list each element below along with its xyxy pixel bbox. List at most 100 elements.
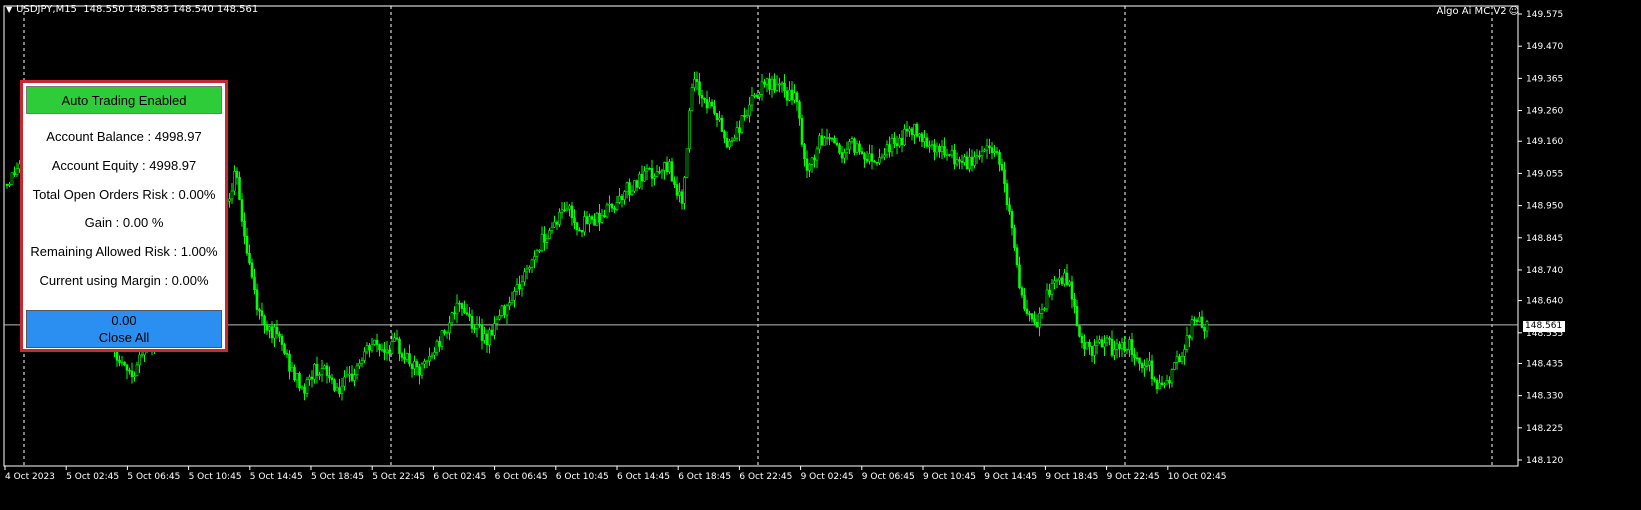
candle xyxy=(740,115,744,134)
candle xyxy=(893,132,896,148)
candle xyxy=(720,114,724,132)
candle xyxy=(1183,344,1186,365)
candle xyxy=(235,167,239,185)
candle xyxy=(325,362,329,384)
candle xyxy=(513,286,516,308)
candle xyxy=(1205,319,1209,338)
candle xyxy=(238,171,241,200)
candle xyxy=(475,316,479,338)
candle xyxy=(468,307,471,322)
candle xyxy=(303,383,306,401)
x-tick-label: 9 Oct 06:45 xyxy=(862,472,915,482)
candle xyxy=(438,336,441,352)
candle xyxy=(398,336,401,362)
close-all-value: 0.00 xyxy=(111,313,137,328)
candle xyxy=(463,300,466,314)
candle xyxy=(535,248,539,263)
candle xyxy=(1138,357,1141,371)
candle xyxy=(335,383,339,391)
candle xyxy=(955,152,959,167)
candle xyxy=(635,179,639,192)
candle xyxy=(428,347,431,366)
candle xyxy=(523,267,526,286)
candle xyxy=(435,339,439,357)
candle xyxy=(733,134,736,141)
candle xyxy=(500,304,504,318)
candle xyxy=(300,385,304,390)
y-tick-label: 149.055 xyxy=(1526,169,1563,179)
candle xyxy=(968,148,971,173)
candle xyxy=(1043,307,1046,312)
candle xyxy=(1140,361,1144,373)
candle xyxy=(315,356,319,384)
candle xyxy=(975,149,979,164)
candle xyxy=(553,215,556,228)
candle xyxy=(1050,279,1054,301)
candle xyxy=(128,367,131,375)
candle xyxy=(133,371,136,382)
candle xyxy=(1020,285,1024,299)
dropdown-arrow-icon[interactable]: ▼ xyxy=(6,5,12,14)
candle xyxy=(403,348,406,364)
candle xyxy=(548,227,551,240)
candle xyxy=(810,156,814,173)
candle xyxy=(578,227,581,232)
candle xyxy=(948,154,951,157)
candle xyxy=(1065,264,1069,287)
price-chart[interactable]: 149.575 149.470 149.365 149.260 149.160 149.0… xyxy=(0,0,1641,510)
candle xyxy=(795,90,799,111)
candle xyxy=(805,150,809,179)
candle xyxy=(558,208,561,228)
candle xyxy=(780,81,784,93)
candle xyxy=(230,183,234,204)
candle xyxy=(845,141,849,160)
candle xyxy=(808,163,811,178)
candle xyxy=(445,330,449,339)
candle xyxy=(293,364,296,382)
candle xyxy=(1173,361,1176,371)
candle xyxy=(318,371,321,381)
candle xyxy=(855,140,859,155)
chart-area[interactable]: 149.575 149.470 149.365 149.260 149.160 149.0… xyxy=(0,0,1641,510)
candle xyxy=(790,81,794,105)
candle xyxy=(1098,335,1101,344)
close-all-button[interactable]: 0.00 Close All xyxy=(26,310,222,348)
candle xyxy=(283,342,286,355)
y-tick-label: 149.470 xyxy=(1526,42,1563,52)
y-tick-label: 148.740 xyxy=(1526,266,1563,276)
candle xyxy=(323,364,326,370)
candle xyxy=(693,71,696,92)
candle xyxy=(875,161,879,167)
candle xyxy=(950,145,954,159)
candle xyxy=(853,137,856,156)
candle xyxy=(743,107,746,121)
candle xyxy=(370,337,374,353)
candle xyxy=(1203,326,1206,339)
candle xyxy=(570,201,574,226)
ea-name: Algo Ai MC V2 xyxy=(1436,6,1507,17)
candle xyxy=(1005,179,1009,210)
candle xyxy=(1100,336,1104,348)
candle xyxy=(405,352,409,363)
close-all-label: Close All xyxy=(98,330,150,345)
y-tick-label: 148.120 xyxy=(1526,456,1563,466)
candle xyxy=(470,309,474,333)
candle xyxy=(380,343,384,353)
candle xyxy=(545,233,549,249)
candle xyxy=(310,370,314,388)
candle xyxy=(888,136,891,158)
candle xyxy=(568,203,571,217)
candle xyxy=(360,357,364,368)
candle xyxy=(755,93,759,98)
candle xyxy=(1058,269,1061,285)
candle xyxy=(458,300,461,312)
candle xyxy=(1063,268,1066,287)
candle xyxy=(1013,224,1016,251)
candle xyxy=(970,149,974,172)
candle xyxy=(313,363,316,384)
auto-trading-button[interactable]: Auto Trading Enabled xyxy=(26,86,222,114)
expert-advisor-label: Algo Ai MC V2 ☺ xyxy=(1437,6,1520,17)
trading-panel: Auto Trading Enabled Account Balance : 4… xyxy=(20,80,228,352)
candle xyxy=(683,176,686,210)
candle xyxy=(575,222,579,236)
